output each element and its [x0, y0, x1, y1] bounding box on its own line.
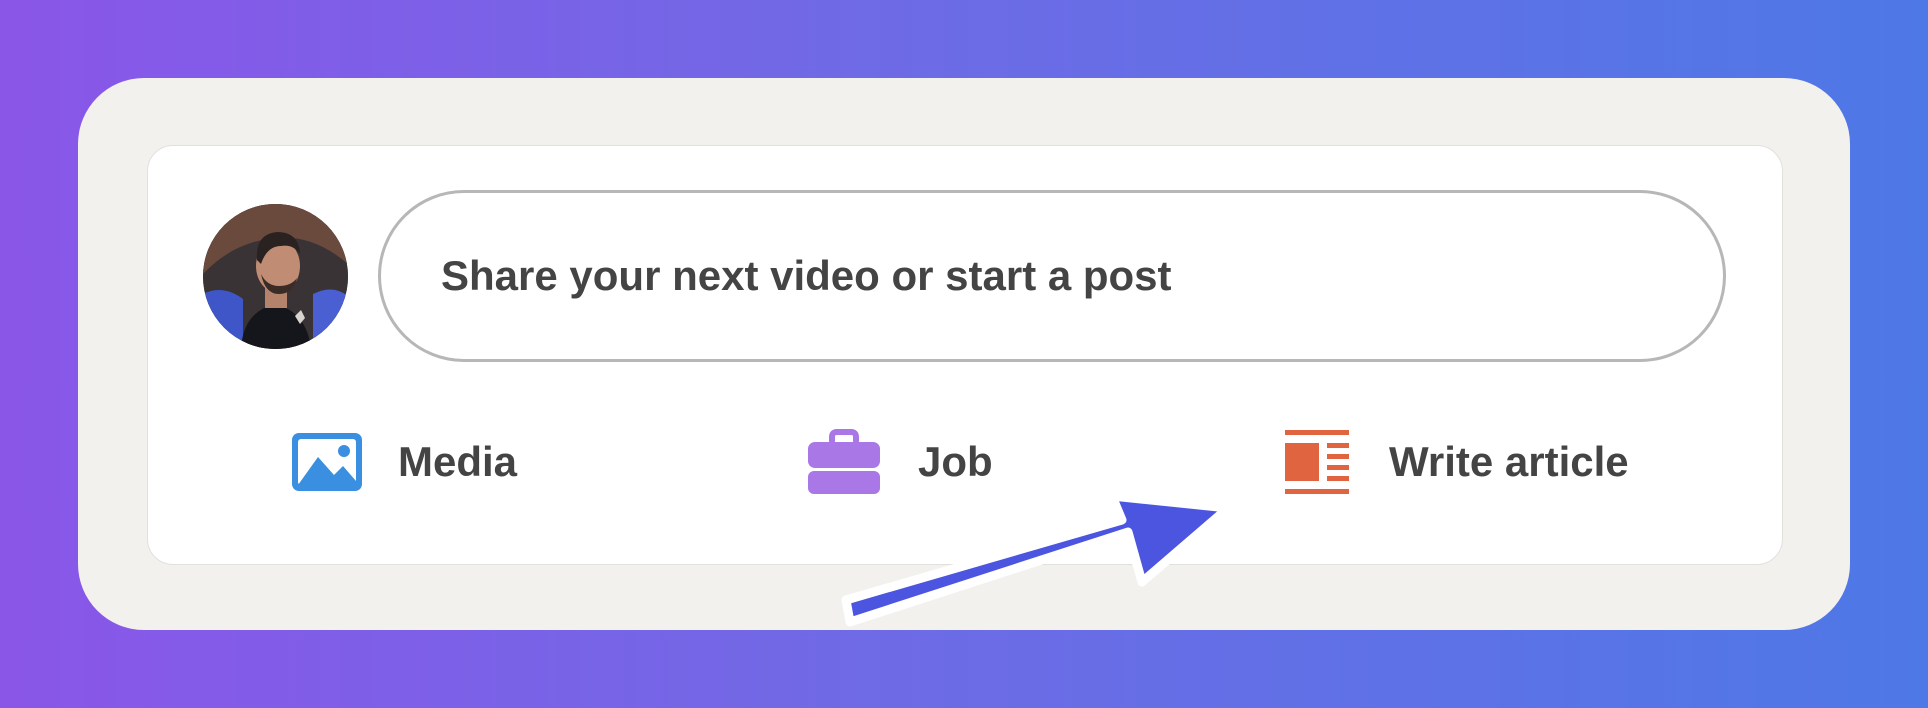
start-post-input[interactable]: Share your next video or start a post [378, 190, 1726, 362]
media-button[interactable]: Media [290, 422, 517, 502]
user-avatar-photo [203, 204, 348, 349]
write-article-button[interactable]: Write article [1283, 422, 1629, 502]
write-article-label: Write article [1389, 438, 1629, 485]
job-button[interactable]: Job [806, 422, 993, 502]
briefcase-icon [808, 429, 880, 494]
job-label: Job [918, 438, 993, 485]
avatar[interactable] [203, 204, 348, 349]
image-icon [292, 433, 362, 491]
media-label: Media [398, 438, 518, 485]
start-post-placeholder: Share your next video or start a post [441, 252, 1172, 299]
article-icon [1285, 430, 1349, 494]
